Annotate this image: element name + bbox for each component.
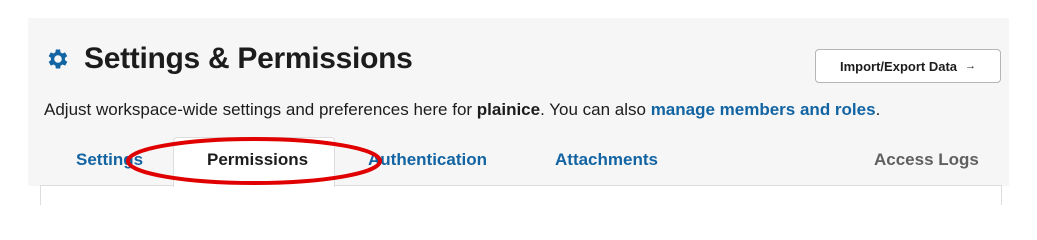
tab-permissions[interactable]: Permissions [207,150,308,170]
tab-settings[interactable]: Settings [76,150,143,170]
page-header: Settings & Permissions [44,42,413,76]
arrow-right-icon: → [965,60,976,72]
import-export-data-button[interactable]: Import/Export Data → [815,49,1001,83]
page-description: Adjust workspace-wide settings and prefe… [44,100,880,120]
description-middle: . You can also [540,100,651,119]
tab-attachments[interactable]: Attachments [555,150,658,170]
gear-icon [44,45,72,73]
import-export-label: Import/Export Data [839,58,957,74]
page-title: Settings & Permissions [84,42,413,75]
workspace-name: plainice [476,100,541,119]
description-suffix: . [875,100,881,119]
tab-content-area [40,185,1002,205]
tab-access-logs[interactable]: Access Logs [874,150,979,170]
description-prefix: Adjust workspace-wide settings and prefe… [44,100,477,119]
manage-members-link[interactable]: manage members and roles [651,100,876,119]
tab-authentication[interactable]: Authentication [368,150,487,170]
